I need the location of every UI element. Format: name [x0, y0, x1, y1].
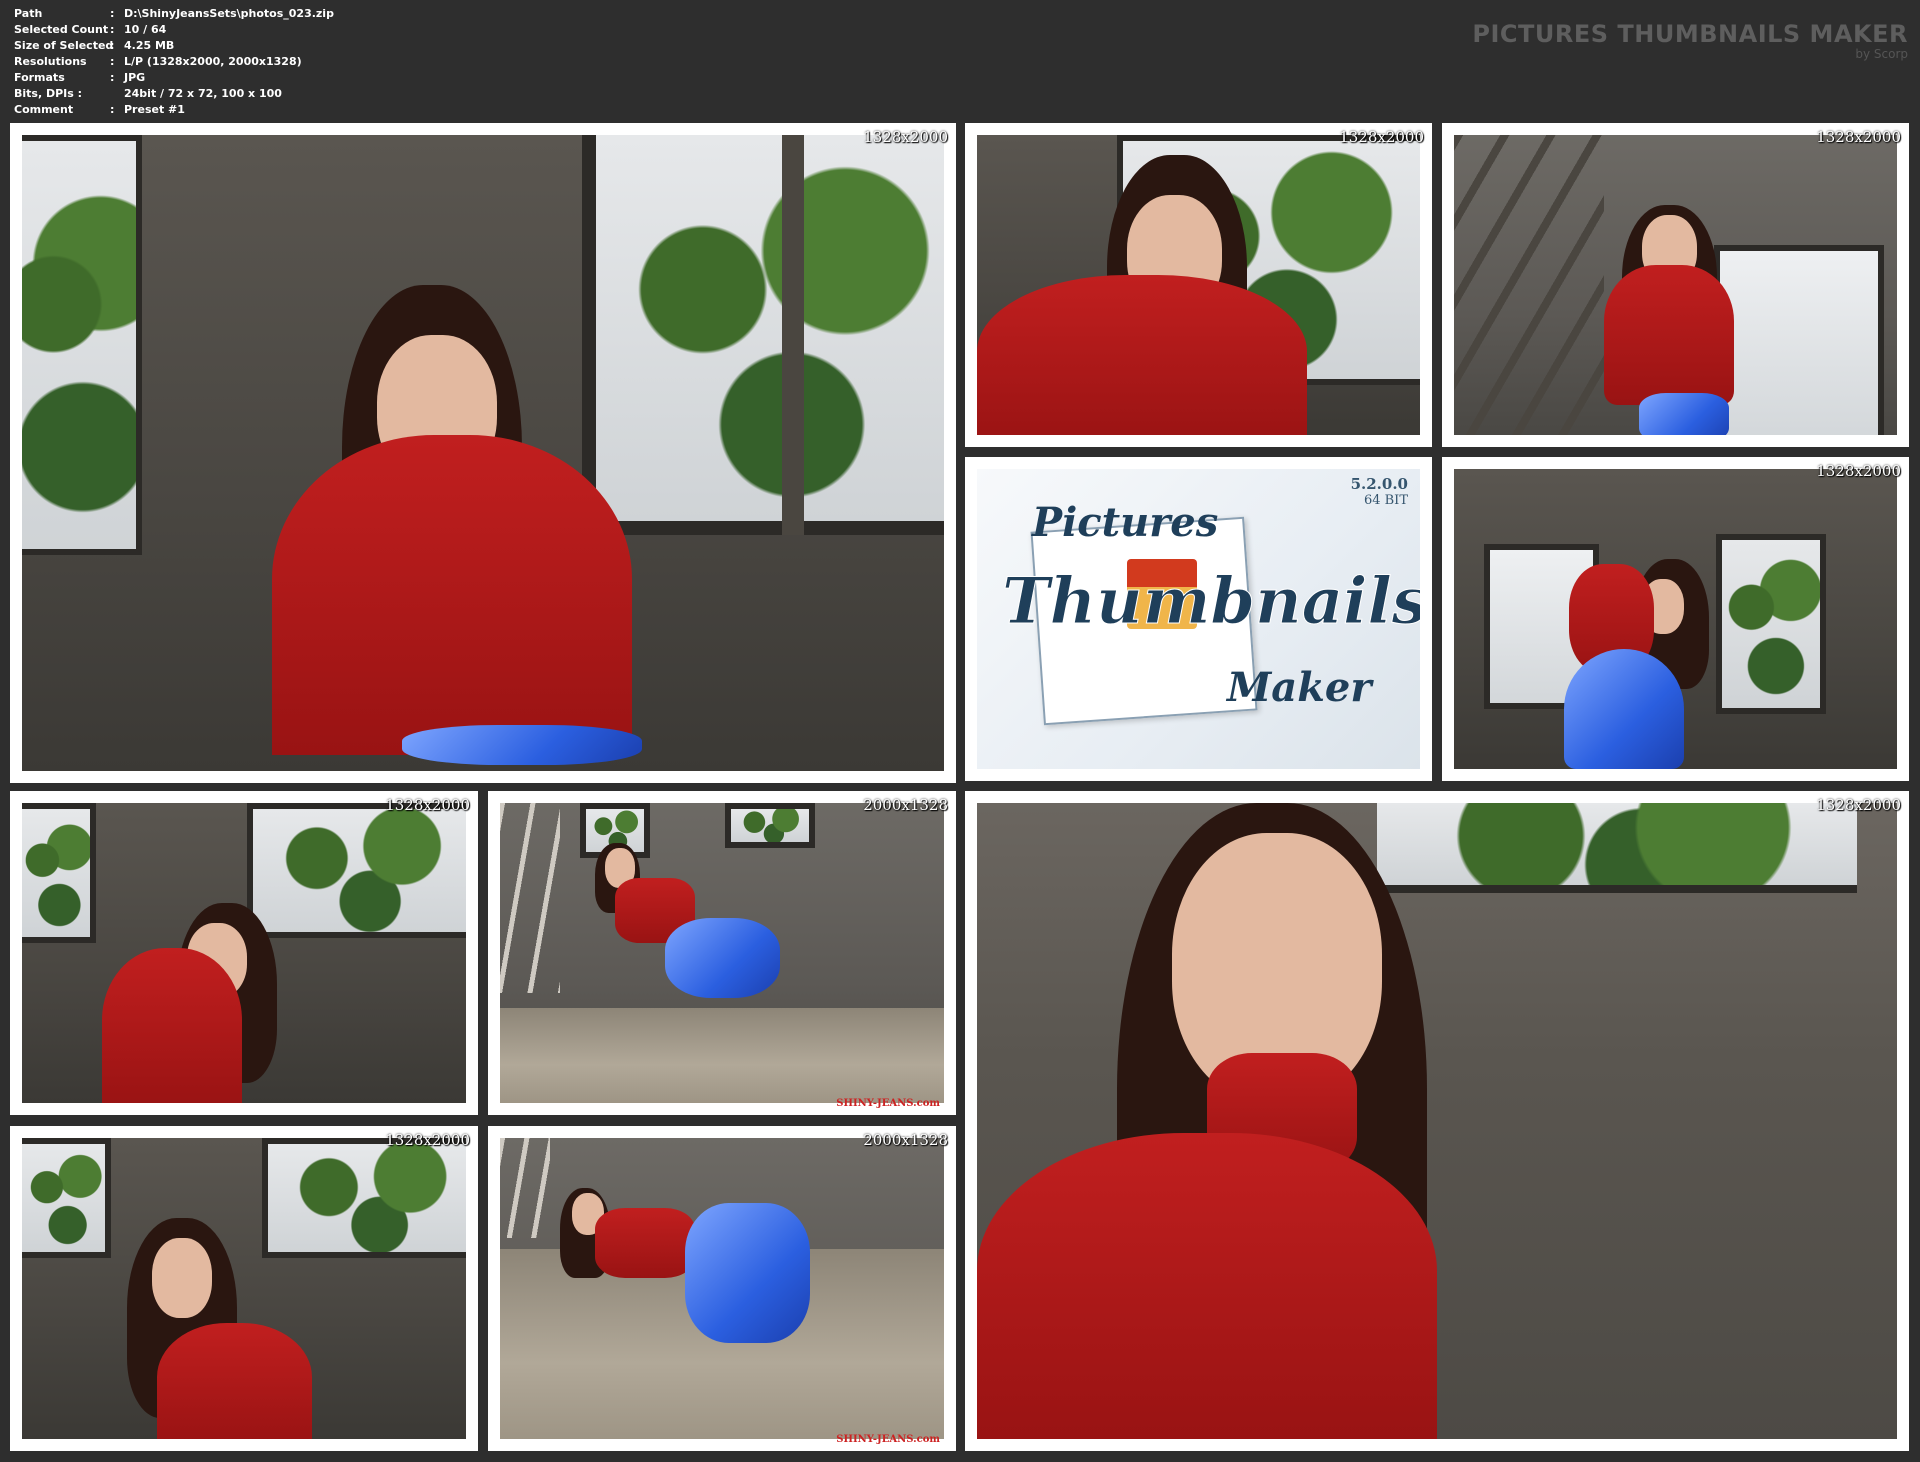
thumbnail-image [500, 1138, 944, 1439]
stairs [1454, 135, 1604, 435]
info-key: Path [14, 7, 43, 20]
shiny-jeans [402, 725, 642, 765]
resolution-label: 1328x2000 [1816, 128, 1901, 146]
shiny-jeans [1639, 393, 1729, 435]
resolution-label: 2000x1328 [863, 796, 948, 814]
info-panel: Path: D:\ShinyJeansSets\photos_023.zip Se… [14, 6, 334, 118]
info-row: Resolutions: L/P (1328x2000, 2000x1328) [14, 54, 334, 70]
info-row: Selected Count:10 / 64 [14, 22, 334, 38]
thumbnail-image [500, 803, 944, 1103]
thumbnail[interactable]: 1328x2000 [965, 123, 1432, 447]
window [1377, 803, 1857, 893]
logo-word-thumbnails: Thumbnails [1002, 564, 1420, 640]
red-top [977, 275, 1307, 435]
logo-word-pictures: Pictures [1032, 499, 1219, 546]
thumbnail[interactable]: 1328x2000 [10, 1126, 478, 1451]
window [247, 803, 466, 938]
info-value: JPG [124, 71, 146, 84]
thumbnail[interactable]: 1328x2000 [10, 123, 956, 783]
brand: PICTURES THUMBNAILS MAKER by Scorp [1472, 20, 1908, 61]
logo-image: 5.2.0.0 64 BIT Pictures Thumbnails Maker [977, 469, 1420, 769]
scaffold [500, 1138, 550, 1238]
resolution-label: 2000x1328 [863, 1131, 948, 1149]
thumbnail[interactable]: 2000x1328 SHINY-JEANS.com [488, 791, 956, 1115]
version-bits: 64 BIT [1363, 493, 1408, 508]
info-key: Resolutions [14, 55, 87, 68]
window [262, 1138, 466, 1258]
info-separator: : [110, 39, 115, 52]
info-key: Formats [14, 71, 65, 84]
brand-title: PICTURES THUMBNAILS MAKER [1472, 20, 1908, 48]
info-row: Formats: JPG [14, 70, 334, 86]
info-value: D:\ShinyJeansSets\photos_023.zip [124, 7, 334, 20]
thumbnail[interactable]: 1328x2000 [10, 791, 478, 1115]
thumbnail[interactable]: 1328x2000 [1442, 123, 1909, 447]
shiny-jeans [665, 918, 780, 998]
logo-tile: 5.2.0.0 64 BIT Pictures Thumbnails Maker [965, 457, 1432, 781]
info-value: L/P (1328x2000, 2000x1328) [124, 55, 302, 68]
info-key: Bits, DPIs : [14, 87, 83, 100]
resolution-label: 1328x2000 [1816, 462, 1901, 480]
thumbnail-image [1454, 135, 1897, 435]
resolution-label: 1328x2000 [385, 796, 470, 814]
red-top [102, 948, 242, 1103]
beam [782, 135, 804, 535]
info-row: Path: D:\ShinyJeansSets\photos_023.zip [14, 6, 334, 22]
info-separator [110, 86, 124, 102]
info-value: Preset #1 [124, 103, 185, 116]
red-top [977, 1133, 1437, 1439]
red-top [595, 1208, 695, 1278]
version-number: 5.2.0.0 [1350, 475, 1408, 493]
window [1716, 534, 1826, 714]
info-key: Selected Count [14, 23, 109, 36]
window [22, 1138, 111, 1258]
brand-subtitle: by Scorp [1855, 47, 1908, 61]
contact-sheet: Path: D:\ShinyJeansSets\photos_023.zip Se… [0, 0, 1920, 1462]
red-top [157, 1323, 312, 1439]
info-row: Size of Selected:4.25 MB [14, 38, 334, 54]
info-value: 4.25 MB [124, 39, 175, 52]
info-separator: : [110, 55, 115, 68]
thumbnail-image [977, 803, 1897, 1439]
shiny-jeans [1564, 649, 1684, 769]
scaffold [500, 803, 560, 993]
resolution-label: 1328x2000 [863, 128, 948, 146]
thumbnail-image [1454, 469, 1897, 769]
red-top [1604, 265, 1734, 405]
logo-word-maker: Maker [1227, 664, 1372, 711]
thumbnail[interactable]: 1328x2000 [1442, 457, 1909, 781]
face [152, 1238, 212, 1318]
info-value: 10 / 64 [124, 23, 167, 36]
info-key: Comment [14, 103, 74, 116]
info-separator: : [110, 23, 115, 36]
info-row: Bits, DPIs : 24bit / 72 x 72, 100 x 100 [14, 86, 334, 102]
window [725, 803, 815, 848]
window [1714, 245, 1884, 435]
window [22, 803, 96, 943]
thumbnail-image [977, 135, 1420, 435]
resolution-label: 1328x2000 [385, 1131, 470, 1149]
window [22, 135, 142, 555]
red-top [272, 435, 632, 755]
info-separator: : [110, 103, 115, 116]
floor [500, 1008, 944, 1103]
info-row: Comment: Preset #1 [14, 102, 334, 118]
resolution-label: 1328x2000 [1816, 796, 1901, 814]
shiny-jeans [685, 1203, 810, 1343]
info-separator: : [110, 7, 115, 20]
window [582, 135, 944, 535]
thumbnail[interactable]: 2000x1328 SHINY-JEANS.com [488, 1126, 956, 1451]
version-label: 5.2.0.0 64 BIT [1351, 475, 1408, 509]
thumbnail-image [22, 135, 944, 771]
resolution-label: 1328x2000 [1339, 128, 1424, 146]
thumbnail-image [22, 1138, 466, 1439]
watermark: SHINY-JEANS.com [836, 1098, 940, 1109]
watermark: SHINY-JEANS.com [836, 1434, 940, 1445]
info-value: 24bit / 72 x 72, 100 x 100 [124, 87, 282, 100]
thumbnail-image [22, 803, 466, 1103]
info-separator: : [110, 71, 115, 84]
thumbnail[interactable]: 1328x2000 [965, 791, 1909, 1451]
info-key: Size of Selected [14, 39, 114, 52]
